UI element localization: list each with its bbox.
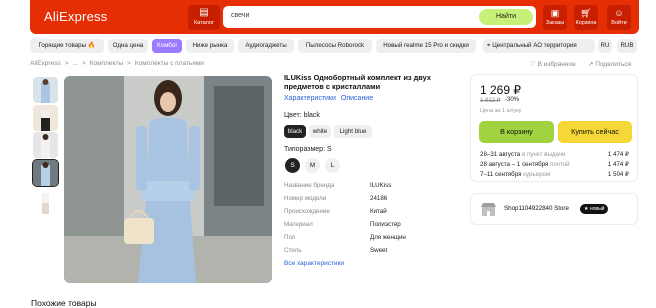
- region-label: Центральный АО территория: [492, 42, 577, 49]
- delivery-price: 1 474 ₽: [607, 161, 629, 168]
- spec-value: 24186: [370, 195, 388, 202]
- chip-hot[interactable]: Горящие товары 🔥: [30, 39, 104, 53]
- discount-badge: -30%: [505, 97, 520, 103]
- cart-label: Корзина: [575, 20, 597, 26]
- delivery-date: 28 августа – 1 сентября: [480, 161, 549, 168]
- all-specs-link[interactable]: Все характеристики: [284, 260, 344, 267]
- breadcrumb: AliExpress >... > Комплекты > Комплекты с пла…: [30, 60, 208, 67]
- store-icon: [481, 203, 496, 216]
- delivery-date: 28–31 августа: [480, 151, 521, 158]
- language-selector[interactable]: RU: [598, 39, 612, 53]
- size-option-l[interactable]: L: [325, 158, 340, 173]
- size-option-m[interactable]: M: [305, 158, 320, 173]
- product-main-image[interactable]: [64, 76, 272, 283]
- breadcrumb-item[interactable]: ...: [73, 60, 78, 67]
- spec-key: Пол: [284, 234, 296, 241]
- breadcrumb-item[interactable]: Комплекты: [90, 60, 123, 67]
- delivery-option: 7–11 сентября курьером: [480, 171, 550, 178]
- product-title: ILUKiss Однобортный комплект из двух пре…: [284, 73, 431, 91]
- store-card[interactable]: Shop1104922840 Store ★ новый: [470, 193, 638, 225]
- heart-icon: ♡: [530, 61, 538, 68]
- color-option-black[interactable]: black: [284, 125, 306, 138]
- size-option-s[interactable]: S: [285, 158, 300, 173]
- chip-combo[interactable]: Комбо!: [152, 39, 182, 53]
- spec-value: Для женщин: [370, 234, 406, 241]
- tab-specs[interactable]: Характеристики: [284, 95, 336, 102]
- spec-key: Происхождение: [284, 208, 330, 215]
- catalog-button[interactable]: ▤ Каталог: [188, 5, 220, 30]
- delivery-option: 28 августа – 1 сентября почтой: [480, 161, 570, 168]
- cart-icon: 🛒︎: [580, 8, 592, 18]
- breadcrumb-item[interactable]: Комплекты с платьями: [135, 60, 204, 67]
- delivery-method: в пункт выдачи: [521, 151, 566, 158]
- delivery-price: 1 504 ₽: [607, 171, 629, 178]
- share-label: Поделиться: [595, 61, 632, 68]
- chip-roborock[interactable]: Пылесосы Roborock: [298, 39, 372, 53]
- favorite-label: В избранное: [537, 61, 576, 68]
- buy-now-button[interactable]: Купить сейчас: [558, 121, 632, 143]
- product-tabs: Характеристики Описание: [284, 95, 378, 102]
- chip-realme[interactable]: Новый realme 15 Pro и скидки: [376, 39, 476, 53]
- gallery-thumbnail-selected[interactable]: [32, 159, 59, 187]
- search-input[interactable]: свечи Найти: [223, 6, 536, 28]
- share-button[interactable]: ↗ Поделиться: [588, 60, 631, 68]
- spec-key: Стиль: [284, 247, 302, 254]
- top-header: AliExpress ▤ Каталог свечи Найти ▣ Заказ…: [30, 0, 639, 34]
- chip-below-market[interactable]: Ниже рынка: [186, 39, 234, 53]
- search-button[interactable]: Найти: [479, 9, 533, 25]
- region-selector[interactable]: ⌖ Центральный АО территория: [483, 39, 595, 53]
- orders-label: Заказы: [545, 20, 565, 26]
- login-button[interactable]: ☺ Войти: [607, 5, 631, 30]
- catalog-label: Каталог: [194, 20, 214, 26]
- color-option-light-blue[interactable]: Light blue: [334, 125, 372, 138]
- spec-value: Полиэстер: [370, 221, 401, 228]
- chip-one-price[interactable]: Одна цена: [108, 39, 148, 53]
- delivery-option: 28–31 августа в пункт выдачи: [480, 151, 566, 158]
- add-to-cart-button[interactable]: В корзину: [479, 121, 554, 143]
- delivery-method: курьером: [523, 171, 551, 178]
- spec-value: Sweet: [370, 247, 388, 254]
- spec-key: Материал: [284, 221, 313, 228]
- color-label: Цвет: black: [284, 112, 320, 119]
- user-icon: ☺: [614, 8, 624, 18]
- price: 1 269 ₽: [480, 83, 521, 97]
- store-badge: ★ новый: [580, 204, 609, 214]
- book-icon: ▤: [199, 7, 209, 18]
- spec-key: Номер модели: [284, 195, 327, 202]
- store-name[interactable]: Shop1104922840 Store: [504, 205, 569, 212]
- breadcrumb-sep: >: [127, 60, 131, 67]
- breadcrumb-sep: >: [64, 60, 69, 67]
- currency-selector[interactable]: RUB: [617, 39, 637, 53]
- orders-button[interactable]: ▣ Заказы: [543, 5, 567, 30]
- cart-button[interactable]: 🛒︎ Корзина: [574, 5, 598, 30]
- box-icon: ▣: [550, 8, 560, 18]
- store-badge-label: новый: [589, 206, 605, 212]
- price-per-unit: Цена за 1 штуку: [480, 108, 522, 114]
- spec-value: ILUKiss: [370, 182, 392, 189]
- tab-description[interactable]: Описание: [341, 95, 373, 102]
- breadcrumb-sep: >: [81, 60, 86, 67]
- delivery-price: 1 474 ₽: [607, 151, 629, 158]
- color-option-white[interactable]: white: [309, 125, 331, 138]
- gallery-thumbnail[interactable]: [33, 132, 58, 158]
- old-price: 1 812 ₽: [480, 98, 501, 104]
- similar-products-heading: Похожие товары: [31, 298, 97, 308]
- delivery-date: 7–11 сентября: [480, 171, 522, 178]
- breadcrumb-item[interactable]: AliExpress: [30, 60, 61, 67]
- chip-audio[interactable]: Аудиогаджеты: [238, 39, 294, 53]
- gallery-thumbnail[interactable]: [33, 105, 58, 131]
- favorite-button[interactable]: ♡ В избранное: [530, 60, 576, 68]
- spec-value: Китай: [370, 208, 387, 215]
- gallery-thumbnail[interactable]: [33, 77, 58, 103]
- buy-box: 1 269 ₽ 1 812 ₽ -30% Цена за 1 штуку В к…: [470, 74, 638, 182]
- size-label: Типоразмер: S: [284, 146, 332, 153]
- logo[interactable]: AliExpress: [44, 9, 107, 24]
- gallery-thumbnail[interactable]: [33, 188, 58, 214]
- delivery-method: почтой: [550, 161, 570, 168]
- login-label: Войти: [611, 20, 627, 26]
- search-value: свечи: [231, 12, 250, 19]
- spec-key: Название бренда: [284, 182, 335, 189]
